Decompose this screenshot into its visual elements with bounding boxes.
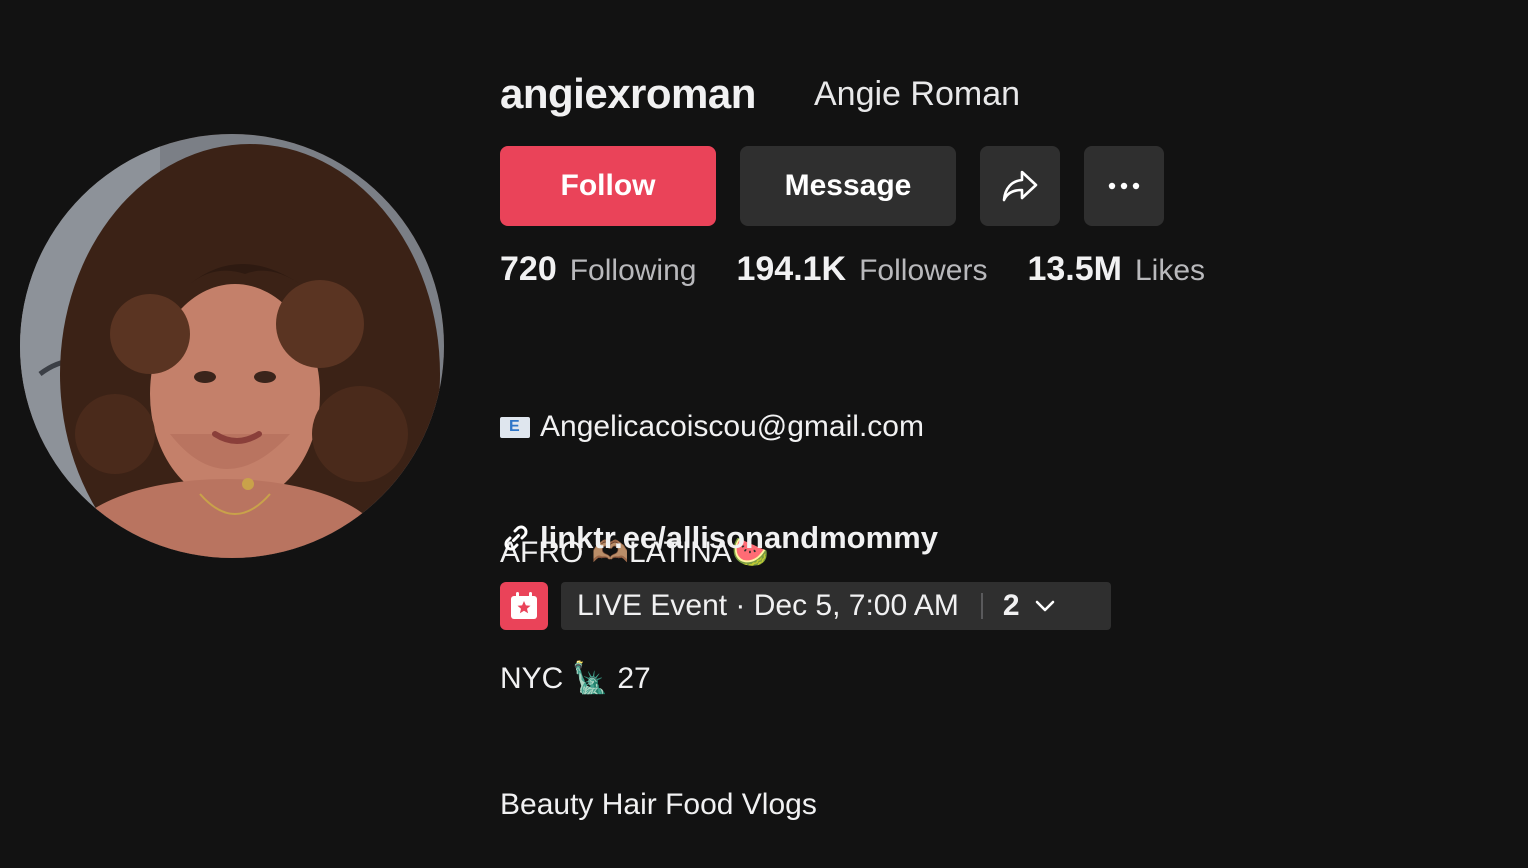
profile-link[interactable]: linktr.ee/allisonandmommy: [500, 516, 938, 560]
bio-line: NYC 🗽 27: [500, 662, 651, 695]
stat-followers[interactable]: 194.1K Followers: [736, 250, 987, 289]
stat-label: Likes: [1134, 254, 1206, 287]
more-icon: [1108, 182, 1140, 190]
divider: [980, 593, 983, 619]
event-badge: [500, 582, 548, 630]
share-icon: [1002, 170, 1038, 202]
bio-email: Angelicacoiscou@gmail.com: [540, 410, 924, 443]
stat-value: 13.5M: [1027, 250, 1122, 288]
link-icon: [504, 525, 528, 551]
follow-button[interactable]: Follow: [500, 146, 716, 226]
more-options-button[interactable]: [1084, 146, 1164, 226]
profile-link-text: linktr.ee/allisonandmommy: [540, 520, 938, 555]
stat-value: 194.1K: [736, 250, 847, 288]
stat-following[interactable]: 720 Following: [500, 250, 696, 289]
profile-avatar[interactable]: [20, 134, 444, 558]
bio-email-line: Angelicacoiscou@gmail.com: [500, 406, 924, 448]
envelope-icon: [500, 416, 530, 438]
share-button[interactable]: [980, 146, 1060, 226]
live-event-text: LIVE Event · Dec 5, 7:00 AM: [577, 589, 959, 622]
username: angiexroman: [500, 70, 756, 117]
bio-line: Beauty Hair Food Vlogs: [500, 788, 817, 821]
chevron-down-icon: [1035, 600, 1054, 612]
stat-likes: 13.5M Likes: [1027, 250, 1205, 289]
live-event-pill[interactable]: LIVE Event · Dec 5, 7:00 AM 2: [561, 582, 1111, 630]
stat-label: Following: [569, 254, 697, 287]
stat-label: Followers: [859, 254, 988, 287]
event-count: 2: [1002, 589, 1020, 622]
display-name: Angie Roman: [814, 75, 1021, 113]
stat-value: 720: [500, 250, 557, 288]
calendar-star-icon: [511, 592, 537, 619]
avatar-image: [20, 134, 444, 558]
message-button[interactable]: Message: [740, 146, 956, 226]
profile-stats: 720 Following 194.1K Followers 13.5M Lik…: [500, 250, 1245, 300]
